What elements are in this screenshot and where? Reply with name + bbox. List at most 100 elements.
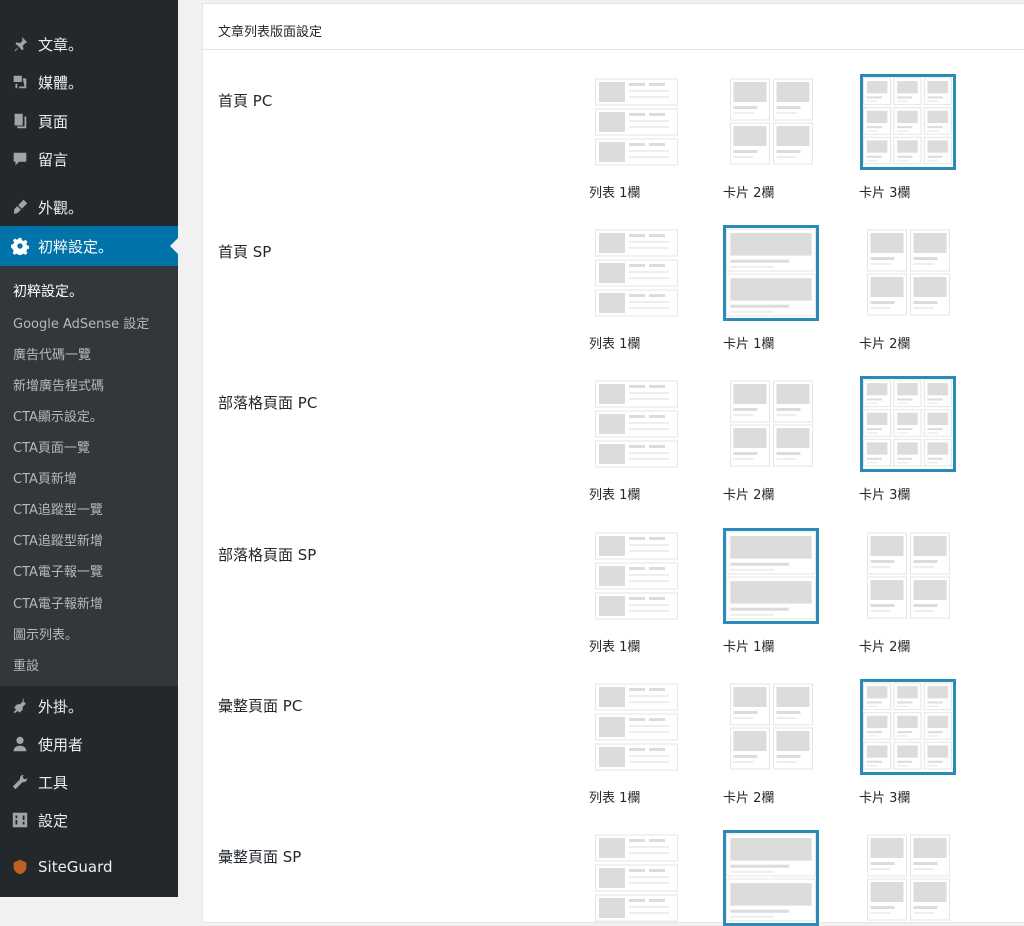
layout-thumbnail xyxy=(723,830,819,926)
menu-plugins-label: 外掛。 xyxy=(38,697,84,716)
layout-thumbnail xyxy=(860,74,956,170)
layout-thumbnail xyxy=(595,380,678,468)
layout-option-label: 卡片 2欄 xyxy=(723,488,775,503)
submenu-item-icon-list[interactable]: 圖示列表。 xyxy=(13,624,78,643)
pages-icon xyxy=(10,111,30,131)
layout-option-label: 卡片 2欄 xyxy=(723,186,775,201)
layout-option-label: 卡片 2欄 xyxy=(859,640,911,655)
layout-option-label: 列表 1欄 xyxy=(589,337,641,352)
layout-thumbnail xyxy=(730,683,813,771)
layout-thumbnail xyxy=(595,834,678,922)
menu-pages-label: 頁面 xyxy=(38,112,69,131)
layout-option-label: 列表 1欄 xyxy=(589,640,641,655)
menu-settings[interactable]: 設定 xyxy=(0,802,178,838)
layout-settings-panel: 文章列表版面設定 首頁 PC 列表 1欄 卡片 2欄 卡片 3欄 首頁 SP 列表 1欄卡… xyxy=(202,3,1024,926)
layout-option-label: 列表 1欄 xyxy=(589,488,641,503)
menu-tools[interactable]: 工具 xyxy=(0,764,178,800)
menu-shoshin-settings-label: 初粹設定。 xyxy=(38,237,114,256)
menu-posts[interactable]: 文章。 xyxy=(0,26,178,62)
submenu-item-ad-code-list[interactable]: 廣告代碼一覽 xyxy=(13,344,91,363)
menu-users[interactable]: 使用者 xyxy=(0,726,178,762)
layout-option-card1[interactable] xyxy=(723,225,819,321)
submenu-item-adsense[interactable]: Google AdSense 設定 xyxy=(13,313,149,332)
layout-option-label: 卡片 2欄 xyxy=(859,337,911,352)
submenu-item-add-ad-code[interactable]: 新增廣告程式碼 xyxy=(13,375,104,394)
layout-option-card2[interactable] xyxy=(723,679,819,775)
layout-thumbnail xyxy=(595,78,678,166)
menu-siteguard-label: SiteGuard xyxy=(38,858,113,876)
submenu-item-cta-newsletter-new[interactable]: CTA電子報新增 xyxy=(13,593,103,612)
menu-comments[interactable]: 留言 xyxy=(0,141,178,177)
layout-option-card2[interactable] xyxy=(723,376,819,472)
layout-thumbnail xyxy=(730,78,813,166)
panel-header: 文章列表版面設定 xyxy=(203,4,1024,50)
layout-option-card3[interactable] xyxy=(860,679,956,775)
layout-option-list1[interactable] xyxy=(588,376,684,472)
menu-appearance[interactable]: 外觀。 xyxy=(0,189,178,225)
menu-settings-label: 設定 xyxy=(38,811,69,830)
layout-thumbnail xyxy=(730,380,813,468)
layout-option-label: 卡片 3欄 xyxy=(859,488,911,503)
menu-comments-label: 留言 xyxy=(38,150,69,169)
layout-option-card3[interactable] xyxy=(860,376,956,472)
layout-option-list1[interactable] xyxy=(588,528,684,624)
layout-option-list1[interactable] xyxy=(588,679,684,775)
layout-option-card1[interactable] xyxy=(723,830,819,926)
active-menu-arrow xyxy=(170,238,178,254)
pin-icon xyxy=(10,34,30,54)
layout-thumbnail xyxy=(723,225,819,321)
gear-icon xyxy=(10,236,30,256)
menu-siteguard[interactable]: SiteGuard xyxy=(0,849,178,885)
layout-option-card3[interactable] xyxy=(860,74,956,170)
layout-option-list1[interactable] xyxy=(588,74,684,170)
menu-users-label: 使用者 xyxy=(38,735,84,754)
layout-thumbnail xyxy=(595,683,678,771)
submenu-item-cta-page-new[interactable]: CTA頁新增 xyxy=(13,468,77,487)
layout-option-card2[interactable] xyxy=(860,830,956,926)
layout-option-card2[interactable] xyxy=(860,225,956,321)
row-label: 部落格頁面 PC xyxy=(218,394,318,412)
layout-thumbnail xyxy=(860,679,956,775)
tools-icon xyxy=(10,772,30,792)
users-icon xyxy=(10,734,30,754)
admin-sidebar: 文章。 媒體。 頁面 留言 外觀。 初粹設定。 初粹設定。 Google AdS… xyxy=(0,0,178,897)
layout-option-label: 卡片 2欄 xyxy=(723,791,775,806)
layout-thumbnail xyxy=(867,229,950,317)
submenu-item-shoshin-settings[interactable]: 初粹設定。 xyxy=(13,281,83,301)
submenu-item-reset[interactable]: 重設 xyxy=(13,655,39,674)
layout-thumbnail xyxy=(867,834,950,922)
submenu-item-cta-display[interactable]: CTA顯示設定。 xyxy=(13,406,103,425)
layout-thumbnail xyxy=(595,532,678,620)
submenu-item-cta-tracking-list[interactable]: CTA追蹤型一覽 xyxy=(13,499,103,518)
layout-option-label: 卡片 1欄 xyxy=(723,337,775,352)
layout-option-label: 卡片 3欄 xyxy=(859,186,911,201)
menu-shoshin-settings[interactable]: 初粹設定。 xyxy=(0,226,178,266)
panel-title: 文章列表版面設定 xyxy=(218,25,323,40)
layout-option-card2[interactable] xyxy=(860,528,956,624)
menu-appearance-label: 外觀。 xyxy=(38,198,84,217)
row-label: 首頁 SP xyxy=(218,243,272,261)
row-label: 部落格頁面 SP xyxy=(218,546,317,564)
layout-thumbnail xyxy=(723,528,819,624)
submenu-item-cta-newsletter-list[interactable]: CTA電子報一覽 xyxy=(13,561,103,580)
layout-option-card1[interactable] xyxy=(723,528,819,624)
menu-pages[interactable]: 頁面 xyxy=(0,103,178,139)
settings-icon xyxy=(10,810,30,830)
layout-option-label: 卡片 1欄 xyxy=(723,640,775,655)
menu-media[interactable]: 媒體。 xyxy=(0,64,178,100)
menu-tools-label: 工具 xyxy=(38,773,69,792)
layout-option-label: 卡片 3欄 xyxy=(859,791,911,806)
layout-option-list1[interactable] xyxy=(588,225,684,321)
menu-plugins[interactable]: 外掛。 xyxy=(0,688,178,724)
siteguard-icon xyxy=(10,857,30,877)
layout-thumbnail xyxy=(595,229,678,317)
layout-option-card2[interactable] xyxy=(723,74,819,170)
submenu-item-cta-tracking-new[interactable]: CTA追蹤型新增 xyxy=(13,530,103,549)
menu-posts-label: 文章。 xyxy=(38,35,84,54)
submenu-item-cta-page-list[interactable]: CTA頁面一覽 xyxy=(13,437,90,456)
comments-icon xyxy=(10,149,30,169)
menu-media-label: 媒體。 xyxy=(38,73,84,92)
layout-option-list1[interactable] xyxy=(588,830,684,926)
row-label: 彙整頁面 SP xyxy=(218,848,302,866)
row-label: 首頁 PC xyxy=(218,92,273,110)
